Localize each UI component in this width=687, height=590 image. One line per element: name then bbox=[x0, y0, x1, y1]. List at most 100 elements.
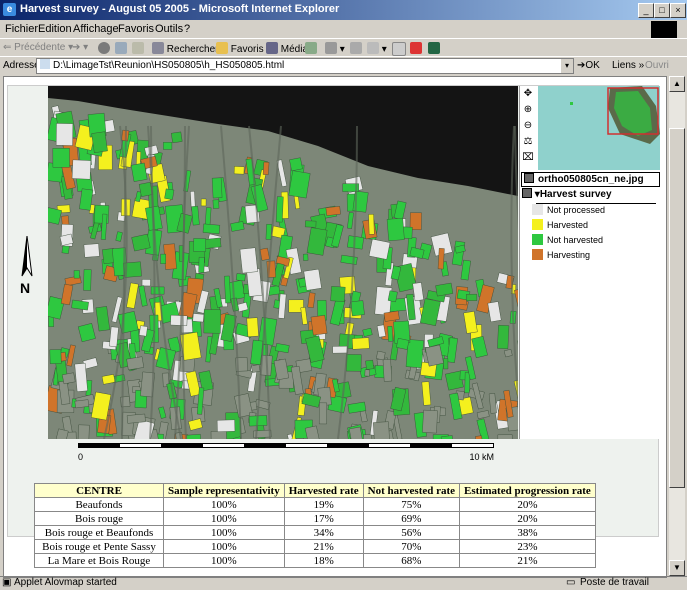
toolbar: ⇐ Précédente ▾ ➔ ▾ Rechercher Favoris Mé… bbox=[0, 38, 687, 57]
search-button[interactable]: Rechercher bbox=[152, 42, 218, 55]
table-cell: 75% bbox=[363, 498, 459, 512]
forward-button[interactable]: ➔ ▾ bbox=[72, 42, 88, 53]
print-icon bbox=[350, 42, 362, 54]
home-button[interactable] bbox=[132, 42, 144, 55]
messenger-button[interactable] bbox=[410, 42, 422, 55]
map-canvas[interactable] bbox=[48, 86, 518, 439]
back-button[interactable]: ⇐ Précédente ▾ bbox=[3, 42, 73, 53]
extra-tool-button[interactable] bbox=[428, 42, 440, 55]
map-applet: N ✥ ⊕ ⊖ ⚖ ⌧ ort bbox=[7, 85, 659, 537]
menu-view[interactable]: Affichage bbox=[73, 23, 119, 35]
table-cell: 70% bbox=[363, 540, 459, 554]
layer-file-label[interactable]: ortho050805cn_ne.jpg bbox=[521, 172, 660, 187]
home-icon bbox=[132, 42, 144, 54]
scroll-thumb[interactable] bbox=[669, 128, 685, 488]
table-cell: 18% bbox=[284, 554, 363, 568]
table-cell: 21% bbox=[460, 554, 596, 568]
open-link[interactable]: Ouvri bbox=[645, 60, 669, 71]
menu-help[interactable]: ? bbox=[184, 23, 190, 35]
pan-icon[interactable]: ✥ bbox=[521, 87, 535, 101]
media-button[interactable]: Média bbox=[266, 42, 308, 55]
legend-swatch bbox=[532, 234, 543, 245]
column-header: Sample representativity bbox=[164, 484, 285, 498]
table-cell: 100% bbox=[164, 554, 285, 568]
table-cell: 38% bbox=[460, 526, 596, 540]
links-button[interactable]: Liens » bbox=[612, 60, 644, 71]
table-cell: 19% bbox=[284, 498, 363, 512]
table-row: Bois rouge et Pente Sassy100%21%70%23% bbox=[35, 540, 596, 554]
table-cell: 20% bbox=[460, 512, 596, 526]
table-row: Bois rouge et Beaufonds100%34%56%38% bbox=[35, 526, 596, 540]
minimize-button[interactable]: _ bbox=[638, 3, 654, 18]
measure-icon[interactable]: ⚖ bbox=[521, 135, 535, 149]
menu-edit[interactable]: Edition bbox=[38, 23, 72, 35]
stop-button[interactable] bbox=[98, 42, 110, 55]
address-bar: Adresse D:\LimageTst\Reunion\HS050805\h_… bbox=[0, 56, 687, 75]
overview-map[interactable] bbox=[538, 86, 660, 170]
address-label: Adresse bbox=[3, 60, 40, 71]
legend-swatch bbox=[532, 219, 543, 230]
table-row: Beaufonds100%19%75%20% bbox=[35, 498, 596, 512]
layer-group-checkbox[interactable] bbox=[522, 188, 532, 198]
scale-bar: 0 10 kM bbox=[78, 442, 494, 462]
full-extent-icon[interactable]: ⌧ bbox=[521, 151, 535, 165]
stop-icon bbox=[98, 42, 110, 54]
legend-item: Not harvested bbox=[532, 234, 603, 245]
print-button[interactable] bbox=[350, 42, 362, 55]
orthophoto-map[interactable] bbox=[48, 86, 518, 439]
address-input[interactable]: D:\LimageTst\Reunion\HS050805\h_HS050805… bbox=[36, 58, 574, 74]
history-button[interactable] bbox=[305, 42, 317, 55]
favorites-button[interactable]: Favoris bbox=[216, 42, 264, 55]
table-cell: 56% bbox=[363, 526, 459, 540]
back-arrow-icon: ⇐ bbox=[3, 42, 14, 53]
refresh-button[interactable] bbox=[115, 42, 127, 55]
status-text: Applet Alovmap started bbox=[14, 577, 117, 588]
menu-tools[interactable]: Outils bbox=[155, 23, 183, 35]
zoom-out-icon[interactable]: ⊖ bbox=[521, 119, 535, 133]
harvest-table: CENTRE Sample representativity Harvested… bbox=[34, 483, 596, 568]
scroll-down-icon[interactable]: ▼ bbox=[669, 560, 685, 576]
table-cell: 100% bbox=[164, 540, 285, 554]
table-cell: Beaufonds bbox=[35, 498, 164, 512]
table-cell: 100% bbox=[164, 512, 285, 526]
window-title: Harvest survey - August 05 2005 - Micros… bbox=[20, 3, 339, 15]
north-arrow-icon bbox=[16, 236, 38, 316]
menu-favorites[interactable]: Favoris bbox=[118, 23, 154, 35]
go-button[interactable]: ➔OK bbox=[577, 60, 600, 71]
vertical-scrollbar[interactable]: ▲ ▼ bbox=[669, 76, 685, 576]
menu-bar: Fichier Edition Affichage Favoris Outils… bbox=[0, 20, 687, 38]
layer-checkbox[interactable] bbox=[524, 173, 534, 183]
discuss-button[interactable] bbox=[392, 42, 406, 57]
mail-button[interactable]: ▾ bbox=[325, 42, 345, 55]
column-header: Harvested rate bbox=[284, 484, 363, 498]
layer-group-header[interactable]: ▾Harvest survey bbox=[522, 188, 612, 200]
scroll-up-icon[interactable]: ▲ bbox=[669, 76, 685, 92]
title-bar: e Harvest survey - August 05 2005 - Micr… bbox=[0, 0, 687, 20]
table-header-row: CENTRE Sample representativity Harvested… bbox=[35, 484, 596, 498]
table-row: Bois rouge100%17%69%20% bbox=[35, 512, 596, 526]
discuss-icon bbox=[392, 42, 406, 56]
table-cell: 17% bbox=[284, 512, 363, 526]
windows-logo-icon bbox=[651, 21, 677, 38]
map-tools: ✥ ⊕ ⊖ ⚖ ⌧ bbox=[520, 86, 536, 170]
table-cell: 21% bbox=[284, 540, 363, 554]
table-cell: 100% bbox=[164, 526, 285, 540]
zoom-in-icon[interactable]: ⊕ bbox=[521, 103, 535, 117]
table-cell: 69% bbox=[363, 512, 459, 526]
maximize-button[interactable]: □ bbox=[654, 3, 670, 18]
mail-icon bbox=[325, 42, 337, 54]
table-cell: 34% bbox=[284, 526, 363, 540]
table-cell: 23% bbox=[460, 540, 596, 554]
close-button[interactable]: × bbox=[670, 3, 686, 18]
edit-button[interactable]: ▾ bbox=[367, 42, 387, 55]
north-label: N bbox=[20, 280, 30, 296]
menu-file[interactable]: Fichier bbox=[5, 23, 38, 35]
north-arrow: N bbox=[16, 236, 38, 316]
computer-icon: ▭ bbox=[566, 577, 575, 588]
table-cell: La Mare et Bois Rouge bbox=[35, 554, 164, 568]
scale-start: 0 bbox=[78, 452, 83, 462]
table-row: La Mare et Bois Rouge100%18%68%21% bbox=[35, 554, 596, 568]
address-dropdown-icon[interactable]: ▾ bbox=[561, 59, 573, 73]
legend-swatch bbox=[532, 249, 543, 260]
legend-item: Harvesting bbox=[532, 249, 590, 260]
